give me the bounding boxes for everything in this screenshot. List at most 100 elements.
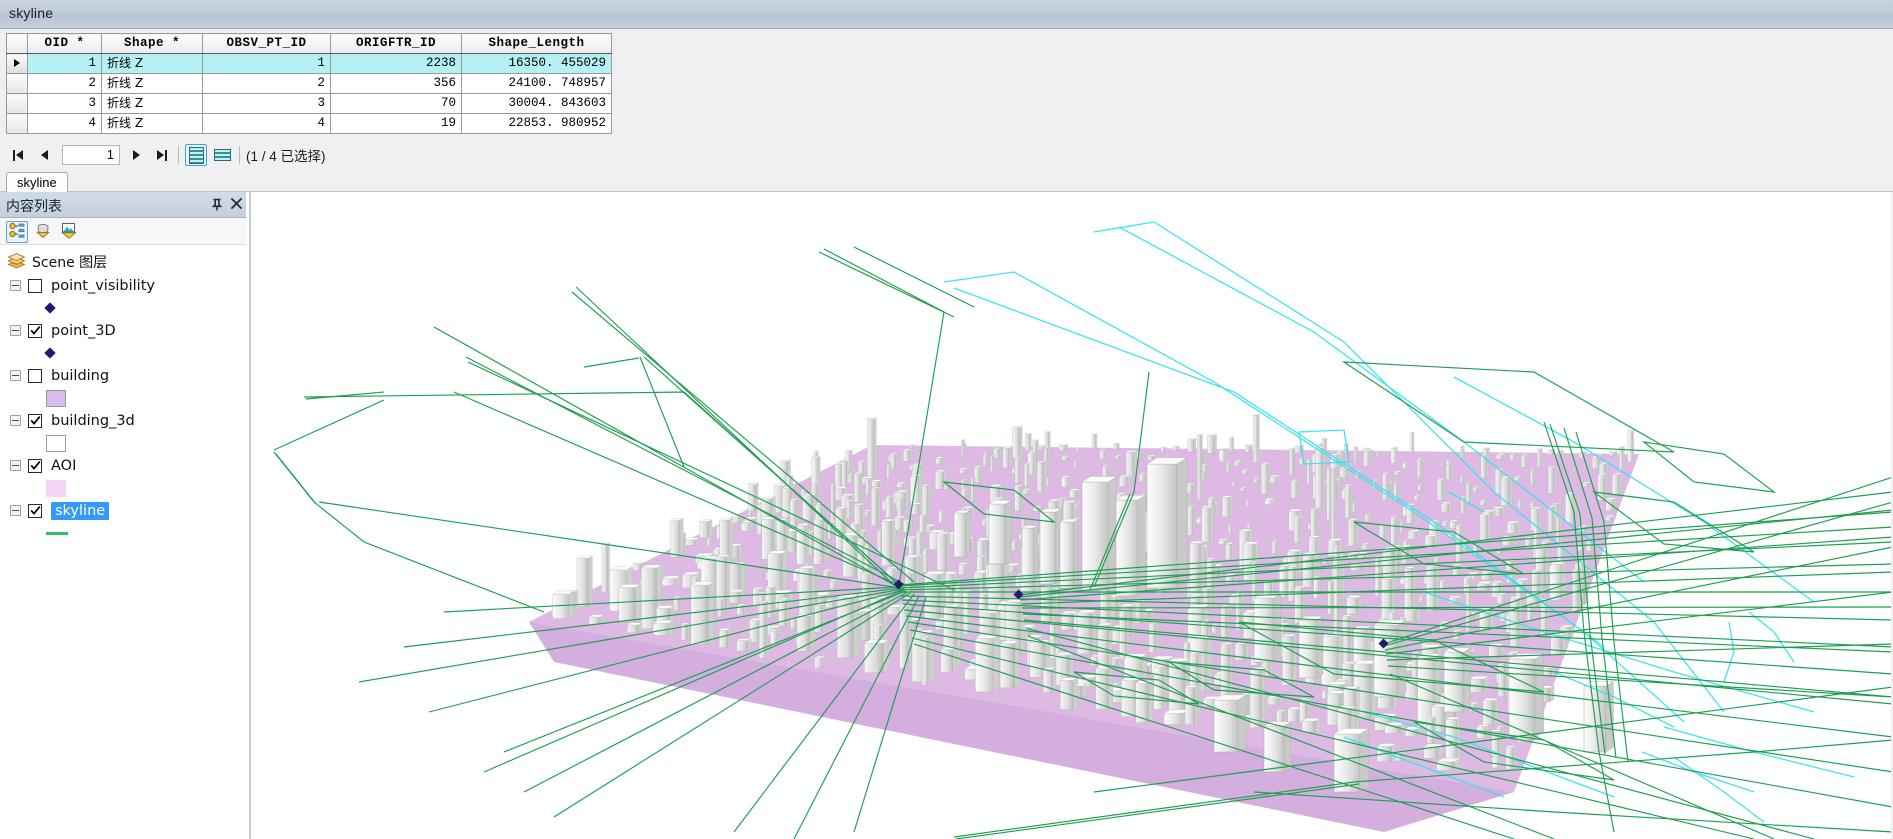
cell-origftr-id[interactable]: 19 (330, 113, 462, 134)
layer-visibility-checkbox[interactable] (28, 503, 42, 518)
row-selector-cell[interactable] (6, 73, 28, 94)
cell-shape-length[interactable]: 22853. 980952 (461, 113, 612, 134)
list-by-drawing-order-button[interactable] (6, 221, 28, 243)
layer-visibility-checkbox[interactable] (28, 323, 42, 338)
layer-name: building_3d (51, 412, 135, 429)
cell-obsv-pt-id[interactable]: 1 (202, 53, 331, 74)
fill-symbol-icon (46, 389, 66, 407)
pin-icon[interactable] (210, 197, 224, 212)
attribute-table[interactable]: OID * Shape * OBSV_PT_ID ORIGFTR_ID Shap… (6, 33, 612, 134)
expander-icon[interactable] (10, 415, 21, 426)
close-icon[interactable] (229, 196, 244, 211)
layer-visibility-checkbox[interactable] (28, 413, 42, 428)
list-by-source-icon (34, 222, 52, 243)
table-of-contents-panel: 内容列表 Scene 图层 point_visibility point_3D … (0, 192, 253, 839)
toc-root-scene-layers[interactable]: Scene 图层 (0, 251, 252, 273)
go-to-next-record-button[interactable] (126, 144, 146, 166)
expander-icon[interactable] (10, 460, 21, 471)
list-by-selection-button[interactable] (58, 221, 80, 243)
toc-layer-AOI[interactable]: AOI (0, 453, 252, 478)
toc-layer-building_3d[interactable]: building_3d (0, 408, 252, 433)
scene-viewport[interactable] (254, 192, 1893, 839)
cell-shape[interactable]: 折线 Z (101, 53, 203, 74)
list-by-drawing-order-icon (8, 222, 26, 243)
layers-icon (7, 252, 26, 272)
table-row[interactable]: 4 折线 Z 4 19 22853. 980952 (6, 113, 612, 134)
go-to-last-record-button[interactable] (152, 144, 172, 166)
selection-status: (1 / 4 已选择) (246, 149, 326, 164)
go-to-first-record-button[interactable] (8, 144, 28, 166)
toc-title: 内容列表 (6, 199, 62, 215)
layer-symbol-row (0, 478, 252, 498)
table-row[interactable]: 2 折线 Z 2 356 24100. 748957 (6, 73, 612, 94)
current-record-input[interactable]: 1 (62, 145, 120, 165)
cell-shape-length[interactable]: 30004. 843603 (461, 93, 612, 114)
toc-layer-skyline[interactable]: skyline (0, 498, 252, 523)
layer-symbol-row (0, 523, 252, 543)
cell-origftr-id[interactable]: 2238 (330, 53, 462, 74)
scene-render-surface[interactable] (254, 192, 1893, 839)
expander-icon[interactable] (10, 370, 21, 381)
show-all-records-icon (188, 146, 204, 164)
toc-layer-tree[interactable]: Scene 图层 point_visibility point_3D build… (0, 246, 252, 839)
column-header-origftr-id[interactable]: ORIGFTR_ID (330, 33, 462, 54)
cell-oid[interactable]: 1 (27, 53, 102, 74)
column-header-shape[interactable]: Shape * (101, 33, 203, 54)
arcscene-window: skyline OID * Shape * OBSV_PT_ID ORIGFTR… (0, 0, 1893, 839)
column-header-shape-length[interactable]: Shape_Length (461, 33, 612, 54)
cell-origftr-id[interactable]: 356 (330, 73, 462, 94)
toc-layer-point_visibility[interactable]: point_visibility (0, 273, 252, 298)
layer-symbol-row (0, 433, 252, 453)
layer-visibility-checkbox[interactable] (28, 458, 42, 473)
cell-shape[interactable]: 折线 Z (101, 93, 203, 114)
cell-shape-length[interactable]: 24100. 748957 (461, 73, 612, 94)
show-all-records-button[interactable] (185, 144, 207, 166)
column-header-selector[interactable] (6, 33, 28, 54)
cell-oid[interactable]: 2 (27, 73, 102, 94)
cell-obsv-pt-id[interactable]: 2 (202, 73, 331, 94)
show-selected-records-button[interactable] (211, 144, 233, 166)
row-selector-cell[interactable] (6, 53, 28, 74)
layer-visibility-checkbox[interactable] (28, 278, 42, 293)
attribute-table-region: OID * Shape * OBSV_PT_ID ORIGFTR_ID Shap… (0, 29, 1893, 140)
go-to-last-record-icon (157, 149, 167, 161)
cell-obsv-pt-id[interactable]: 3 (202, 93, 331, 114)
cell-shape[interactable]: 折线 Z (101, 113, 203, 134)
expander-icon[interactable] (10, 505, 21, 516)
window-title: skyline (9, 5, 54, 21)
table-row[interactable]: 3 折线 Z 3 70 30004. 843603 (6, 93, 612, 114)
expander-icon[interactable] (10, 325, 21, 336)
list-by-source-button[interactable] (32, 221, 54, 243)
layer-name: point_visibility (51, 277, 155, 294)
toc-root-label: Scene 图层 (32, 255, 108, 271)
expander-icon[interactable] (10, 280, 21, 291)
cell-shape[interactable]: 折线 Z (101, 73, 203, 94)
layer-symbol-row (0, 298, 252, 318)
column-header-oid[interactable]: OID * (27, 33, 102, 54)
point-symbol-icon (44, 347, 56, 359)
go-to-previous-record-icon (40, 150, 48, 160)
cell-shape-length[interactable]: 16350. 455029 (461, 53, 612, 74)
row-selector-cell[interactable] (6, 113, 28, 134)
layer-name: building (51, 367, 110, 384)
column-header-obsv-pt-id[interactable]: OBSV_PT_ID (202, 33, 331, 54)
layer-name: point_3D (51, 322, 116, 339)
cell-oid[interactable]: 4 (27, 113, 102, 134)
cell-origftr-id[interactable]: 70 (330, 93, 462, 114)
go-to-previous-record-button[interactable] (34, 144, 54, 166)
panel-splitter[interactable] (246, 192, 254, 839)
layer-name: AOI (51, 457, 77, 474)
row-selector-cell[interactable] (6, 93, 28, 114)
cell-oid[interactable]: 3 (27, 93, 102, 114)
layer-visibility-checkbox[interactable] (28, 368, 42, 383)
toc-layer-point_3D[interactable]: point_3D (0, 318, 252, 343)
table-header-row: OID * Shape * OBSV_PT_ID ORIGFTR_ID Shap… (6, 33, 612, 54)
toc-layer-building[interactable]: building (0, 363, 252, 388)
tab-skyline[interactable]: skyline (6, 172, 68, 192)
table-row[interactable]: 1 折线 Z 1 2238 16350. 455029 (6, 53, 612, 74)
fill-symbol-icon (46, 434, 66, 452)
layer-symbol-row (0, 388, 252, 408)
table-tab-strip: skyline (0, 170, 1893, 192)
fill-symbol-icon (46, 479, 66, 497)
cell-obsv-pt-id[interactable]: 4 (202, 113, 331, 134)
